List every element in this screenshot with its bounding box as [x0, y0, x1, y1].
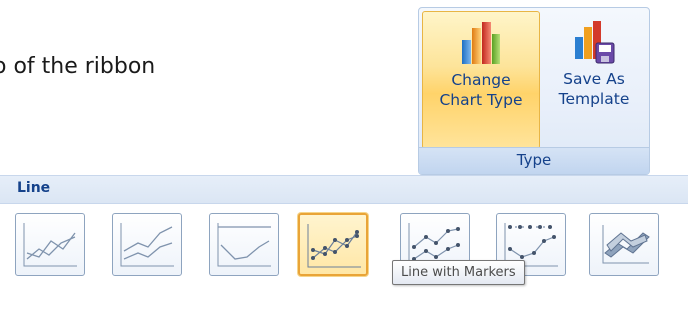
gallery-title: Line [17, 180, 51, 196]
stacked-line-chart-icon [120, 223, 174, 267]
change-chart-type-label-line1: Change [451, 71, 511, 89]
save-chart-template-icon [575, 21, 615, 64]
document-text-content: o of the ribbon [0, 54, 156, 79]
3d-line-chart-icon [602, 225, 650, 264]
line-chart-icon [23, 223, 77, 267]
ribbon-group-type: Change Chart Type Save As Template Type [418, 7, 650, 175]
gallery-item-line-with-markers[interactable] [298, 213, 368, 276]
gallery-item-line[interactable] [15, 213, 85, 276]
gallery-tiles [0, 204, 688, 285]
gallery-item-stacked-line[interactable] [112, 213, 182, 276]
gallery-item-3d-line[interactable] [589, 213, 659, 276]
tooltip: Line with Markers [392, 260, 525, 285]
document-text: o of the ribbon [0, 54, 155, 79]
gallery-header: Line [0, 175, 688, 204]
tooltip-text: Line with Markers [401, 265, 516, 280]
bar-chart-icon [462, 22, 500, 64]
gallery-item-100-percent-stacked-line[interactable] [209, 213, 279, 276]
save-as-template-button[interactable]: Save As Template [542, 11, 646, 149]
ribbon-group-label: Type [419, 147, 649, 174]
100-percent-stacked-line-chart-icon [217, 223, 271, 267]
change-chart-type-label-line2: Chart Type [439, 91, 523, 109]
change-chart-type-button[interactable]: Change Chart Type [422, 11, 540, 149]
save-as-template-label-line1: Save As [563, 70, 625, 88]
line-with-markers-chart-icon [307, 224, 361, 268]
save-as-template-label-line2: Template [558, 90, 630, 108]
line-chart-gallery: Line [0, 175, 688, 285]
